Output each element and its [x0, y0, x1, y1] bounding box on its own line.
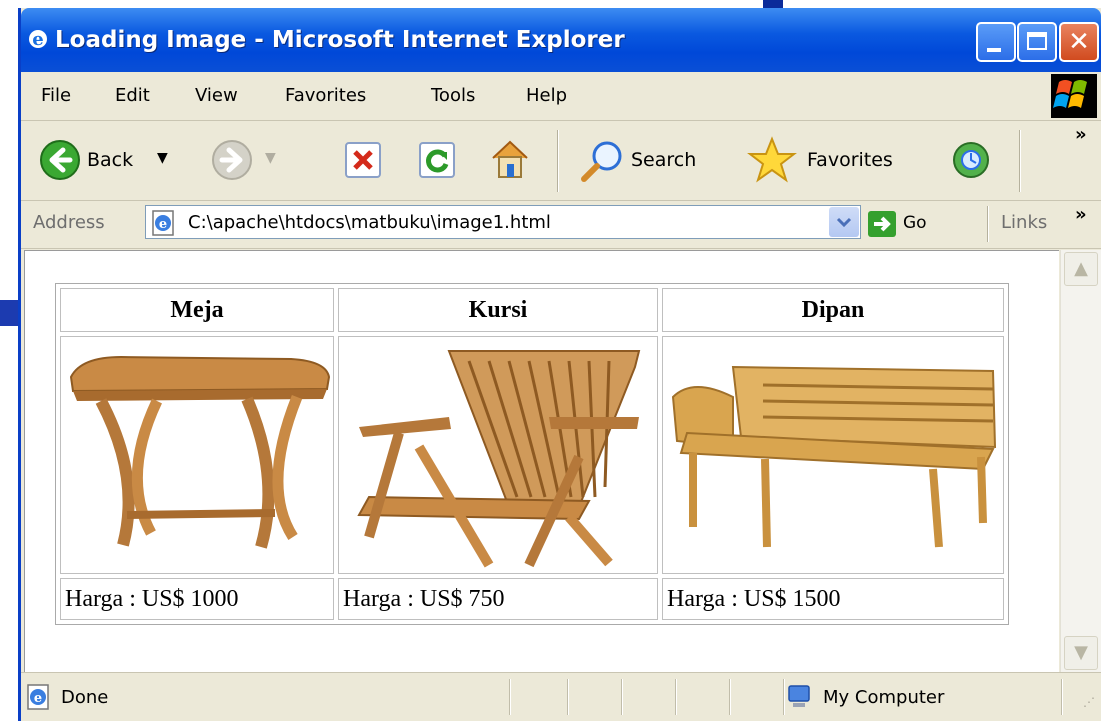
menu-bar: File Edit View Favorites Tools Help: [21, 72, 1101, 121]
header-cell-meja: Meja: [60, 288, 334, 332]
product-table: Meja Kursi Dipan Harga: US$ 1000 Harga …: [55, 283, 1009, 625]
status-text: Done: [61, 687, 109, 708]
links-button[interactable]: Links: [1001, 212, 1047, 233]
address-dropdown-button[interactable]: [829, 207, 859, 237]
forward-arrow-icon[interactable]: [211, 139, 253, 181]
search-button[interactable]: Search: [631, 149, 696, 171]
chair-kursi-image: [357, 350, 641, 568]
address-separator: [987, 206, 989, 242]
menu-edit[interactable]: Edit: [115, 85, 150, 106]
toolbar-separator: [557, 130, 559, 192]
scroll-up-button[interactable]: ▲: [1064, 252, 1098, 286]
table-image-row: [60, 336, 1004, 574]
minimize-icon: [987, 48, 1001, 52]
image-cell: [662, 336, 1004, 574]
my-computer-icon: [788, 685, 810, 707]
price-cell-dipan: Harga : US$ 1500: [662, 578, 1004, 620]
go-arrow-icon[interactable]: [867, 210, 897, 238]
menu-help[interactable]: Help: [526, 85, 567, 106]
svg-text:e: e: [34, 691, 42, 706]
table-meja-image: [69, 355, 331, 549]
table-header-row: Meja Kursi Dipan: [60, 288, 1004, 332]
status-separator: [509, 679, 511, 715]
ie-logo-icon: e: [29, 29, 47, 50]
stop-icon[interactable]: [343, 140, 383, 180]
price-cell-kursi: Harga : US$ 750: [338, 578, 658, 620]
menu-favorites[interactable]: Favorites: [285, 85, 366, 106]
maximize-icon: [1027, 32, 1047, 50]
back-arrow-icon[interactable]: [39, 139, 81, 181]
status-separator: [729, 679, 731, 715]
title-bar[interactable]: e Loading Image - Microsoft Internet Exp…: [21, 8, 1101, 72]
forward-dropdown-icon[interactable]: ▼: [265, 150, 276, 166]
resize-grip-icon[interactable]: ⋰: [1083, 695, 1095, 709]
favorites-star-icon[interactable]: [747, 136, 797, 184]
go-button[interactable]: Go: [903, 213, 927, 233]
address-input[interactable]: e C:\apache\htdocs\matbuku\image1.html: [145, 205, 861, 239]
svg-text:e: e: [32, 29, 43, 50]
media-history-icon[interactable]: [949, 139, 993, 181]
search-icon[interactable]: [579, 138, 625, 184]
status-separator: [1061, 679, 1063, 715]
status-bar: e Done My Computer ⋰: [21, 672, 1101, 722]
back-dropdown-icon[interactable]: ▼: [157, 150, 168, 166]
scroll-down-button[interactable]: ▼: [1064, 636, 1098, 670]
image-cell: [60, 336, 334, 574]
chevron-down-icon: [836, 217, 852, 228]
refresh-icon[interactable]: [417, 140, 457, 180]
status-separator: [567, 679, 569, 715]
maximize-button[interactable]: [1017, 22, 1057, 62]
toolbar-more-chevron[interactable]: »: [1075, 124, 1087, 145]
status-separator: [675, 679, 677, 715]
bench-dipan-image: [671, 365, 997, 548]
page-content: Meja Kursi Dipan Harga: US$ 1000 Harga …: [24, 250, 1059, 673]
header-cell-kursi: Kursi: [338, 288, 658, 332]
menu-file[interactable]: File: [41, 85, 71, 106]
price-cell-meja: Harga : US$ 1000: [60, 578, 334, 620]
table-price-row: Harga : US$ 1000 Harga : US$ 750 Harga :…: [60, 578, 1004, 620]
page-icon: e: [152, 210, 174, 236]
favorites-button[interactable]: Favorites: [807, 149, 893, 171]
vertical-scrollbar[interactable]: ▲ ▼: [1060, 250, 1101, 672]
header-cell-dipan: Dipan: [662, 288, 1004, 332]
svg-text:e: e: [159, 217, 167, 232]
minimize-button[interactable]: [976, 22, 1016, 62]
address-bar: Address e C:\apache\htdocs\matbuku\image…: [21, 200, 1101, 249]
close-button[interactable]: ✕: [1059, 22, 1099, 62]
page-done-icon: e: [27, 684, 49, 710]
security-zone-label: My Computer: [823, 687, 945, 708]
window-title: Loading Image - Microsoft Internet Explo…: [55, 27, 625, 53]
windows-logo-icon: [1051, 74, 1097, 118]
close-icon: ✕: [1068, 27, 1090, 57]
image-cell: [338, 336, 658, 574]
address-label: Address: [33, 212, 105, 233]
menu-tools[interactable]: Tools: [431, 85, 475, 106]
standard-toolbar: Back ▼ ▼ Search Favorites »: [21, 120, 1101, 201]
address-url: C:\apache\htdocs\matbuku\image1.html: [188, 212, 551, 233]
toolbar-separator: [1019, 130, 1021, 192]
links-more-chevron[interactable]: »: [1075, 204, 1087, 225]
ie-window: e Loading Image - Microsoft Internet Exp…: [18, 8, 1101, 721]
back-button[interactable]: Back: [87, 149, 133, 171]
home-icon[interactable]: [487, 136, 533, 182]
status-separator: [621, 679, 623, 715]
menu-view[interactable]: View: [195, 85, 238, 106]
